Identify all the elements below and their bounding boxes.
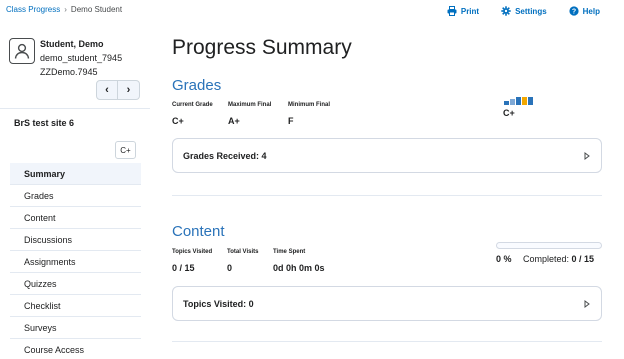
help-label: Help — [582, 6, 600, 16]
user-org-id: ZZDemo.7945 — [40, 67, 98, 77]
grades-section-title: Grades — [172, 77, 222, 94]
help-button[interactable]: ? Help — [569, 6, 600, 16]
grades-received-label: Grades Received: 4 — [183, 150, 267, 161]
sidebar-item-summary[interactable]: Summary — [10, 163, 141, 185]
current-grade-label: Current Grade — [172, 102, 213, 108]
total-visits-value: 0 — [227, 263, 233, 273]
print-button[interactable]: Print — [447, 6, 479, 16]
topics-visited-value: 0 / 15 — [172, 263, 195, 273]
settings-button[interactable]: Settings — [501, 6, 547, 16]
minimum-final-label: Minimum Final — [288, 102, 330, 108]
next-student-button[interactable]: › — [118, 80, 140, 100]
student-pager: ‹ › — [96, 80, 140, 100]
breadcrumb-class-progress-link[interactable]: Class Progress — [6, 5, 60, 14]
completed-label: Completed: — [523, 254, 570, 264]
sidebar-item-checklist[interactable]: Checklist — [10, 295, 141, 317]
content-progress-percent: 0 % — [496, 254, 512, 264]
section-divider — [172, 341, 602, 342]
sidebar-item-assignments[interactable]: Assignments — [10, 251, 141, 273]
page-title: Progress Summary — [172, 36, 352, 59]
course-grade-badge: C+ — [115, 141, 136, 159]
topics-visited-row-label: Topics Visited: 0 — [183, 298, 254, 309]
user-name: Student, Demo — [40, 39, 104, 49]
maximum-final-label: Maximum Final — [228, 102, 272, 108]
sidebar-item-course-access[interactable]: Course Access — [10, 339, 141, 359]
section-divider — [172, 195, 602, 196]
previous-student-button[interactable]: ‹ — [96, 80, 118, 100]
grade-distribution-icon — [504, 97, 533, 105]
sidebar-divider — [0, 108, 150, 109]
print-label: Print — [460, 6, 480, 16]
settings-label: Settings — [515, 6, 547, 16]
side-nav: Summary Grades Content Discussions Assig… — [10, 163, 141, 359]
user-icon — [14, 43, 30, 59]
time-spent-label: Time Spent — [273, 249, 306, 255]
breadcrumb-separator: › — [64, 5, 67, 14]
svg-text:?: ? — [572, 9, 576, 16]
sidebar-item-quizzes[interactable]: Quizzes — [10, 273, 141, 295]
completed-value: 0 / 15 — [571, 254, 595, 264]
topics-visited-expander[interactable]: Topics Visited: 0 — [172, 286, 602, 321]
topics-visited-label: Topics Visited — [172, 249, 213, 255]
gear-icon — [501, 6, 511, 16]
course-name: BrS test site 6 — [14, 118, 75, 128]
total-visits-label: Total Visits — [227, 249, 259, 255]
breadcrumb-current: Demo Student — [70, 5, 123, 14]
maximum-final-value: A+ — [228, 116, 240, 126]
sidebar-item-discussions[interactable]: Discussions — [10, 229, 141, 251]
grade-chart-label: C+ — [503, 108, 515, 118]
current-grade-value: C+ — [172, 116, 184, 126]
content-progress-bar — [496, 242, 602, 249]
sidebar-item-grades[interactable]: Grades — [10, 185, 141, 207]
top-actions: Print Settings ? Help — [447, 6, 600, 16]
expand-arrow-icon — [584, 299, 590, 308]
help-icon: ? — [569, 6, 579, 16]
grades-received-expander[interactable]: Grades Received: 4 — [172, 138, 602, 173]
avatar — [9, 38, 35, 64]
minimum-final-value: F — [288, 116, 294, 126]
time-spent-value: 0d 0h 0m 0s — [273, 263, 325, 273]
content-section-title: Content — [172, 223, 225, 240]
content-completed: Completed: 0 / 15 — [523, 254, 594, 264]
breadcrumb: Class Progress › Demo Student — [6, 5, 122, 14]
sidebar-item-content[interactable]: Content — [10, 207, 141, 229]
expand-arrow-icon — [584, 151, 590, 160]
user-username: demo_student_7945 — [40, 53, 123, 63]
print-icon — [447, 6, 457, 16]
sidebar-item-surveys[interactable]: Surveys — [10, 317, 141, 339]
